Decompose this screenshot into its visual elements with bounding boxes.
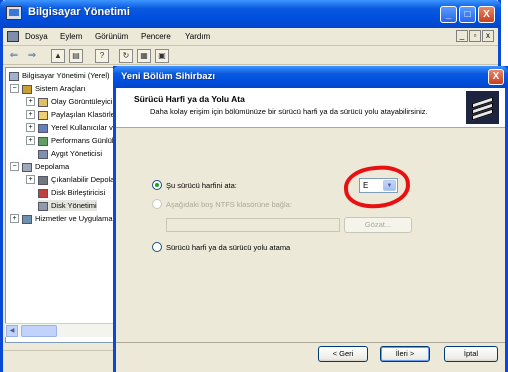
tree-item-label: Hizmetler ve Uygulamalar — [35, 214, 121, 223]
disk-stack-icon — [466, 91, 499, 124]
collapse-icon[interactable]: − — [10, 84, 19, 93]
tree-item[interactable]: Sistem Araçları — [22, 83, 85, 94]
tree-item-label: Disk Yönetimi — [51, 201, 97, 210]
properties-icon[interactable]: ▦ — [137, 49, 151, 63]
scroll-left-icon[interactable]: ◀ — [6, 325, 18, 337]
assign-letter-label[interactable]: Şu sürücü harfini ata: — [166, 181, 237, 190]
cancel-button[interactable]: İptal — [444, 346, 498, 362]
device-manager-icon — [38, 149, 48, 159]
tree-item-label: Paylaşılan Klasörler — [51, 110, 118, 119]
expand-icon[interactable]: + — [26, 136, 35, 145]
expand-icon[interactable]: + — [26, 97, 35, 106]
defragmenter-icon — [38, 188, 48, 198]
removable-storage-icon — [38, 175, 48, 185]
tree-item-selected[interactable]: Disk Yönetimi — [38, 200, 97, 211]
browse-button[interactable]: Gözat... — [344, 217, 412, 233]
tree-item[interactable]: Yerel Kullanıcılar ve — [38, 122, 117, 133]
users-icon — [38, 123, 48, 133]
mdi-close-button[interactable]: x — [482, 30, 494, 42]
computer-management-icon — [6, 6, 22, 20]
tree-item[interactable]: Paylaşılan Klasörler — [38, 109, 117, 120]
menu-view[interactable]: Görünüm — [95, 32, 128, 41]
tree-item-label: Bilgisayar Yönetimi (Yerel) — [22, 71, 110, 80]
tools-icon — [22, 84, 32, 94]
mdi-minimize-button[interactable]: _ — [456, 30, 468, 42]
up-folder-icon[interactable]: ▲ — [51, 49, 65, 63]
menu-bar: Dosya Eylem Görünüm Pencere Yardım _ ▫ x — [3, 28, 498, 46]
close-button[interactable]: X — [478, 6, 495, 23]
expand-icon[interactable]: + — [10, 214, 19, 223]
maximize-button[interactable]: □ — [459, 6, 476, 23]
tree-item-label: Aygıt Yöneticisi — [51, 149, 103, 158]
tree-item[interactable]: Disk Birleştiricisi — [38, 187, 105, 198]
tree-item-label: Yerel Kullanıcılar ve — [51, 123, 118, 132]
console-tree: Bilgisayar Yönetimi (Yerel) − Sistem Ara… — [5, 67, 121, 343]
new-partition-wizard: Yeni Bölüm Sihirbazı X Sürücü Harfi ya d… — [113, 66, 508, 372]
collapse-icon[interactable]: − — [10, 162, 19, 171]
menu-window[interactable]: Pencere — [141, 32, 171, 41]
tree-item[interactable]: Depolama — [22, 161, 69, 172]
no-letter-label[interactable]: Sürücü harfi ya da sürücü yolu atama — [166, 243, 290, 252]
menu-help[interactable]: Yardım — [185, 32, 210, 41]
export-icon[interactable]: ▣ — [155, 49, 169, 63]
folder-path-input[interactable] — [166, 218, 340, 232]
menu-action[interactable]: Eylem — [60, 32, 82, 41]
computer-icon — [9, 71, 19, 81]
mdi-restore-button[interactable]: ▫ — [469, 30, 481, 42]
tree-item[interactable]: Hizmetler ve Uygulamalar — [22, 213, 121, 224]
tree-item[interactable]: Olay Görüntüleyici — [38, 96, 112, 107]
tree-item[interactable]: Çıkarılabilir Depolama — [38, 174, 121, 185]
tree-item[interactable]: Bilgisayar Yönetimi (Yerel) — [9, 70, 110, 81]
wizard-title: Yeni Bölüm Sihirbazı — [121, 71, 215, 82]
wizard-close-button[interactable]: X — [488, 69, 504, 85]
services-icon — [22, 214, 32, 224]
disk-management-icon — [38, 201, 48, 211]
expand-icon[interactable]: + — [26, 110, 35, 119]
mmc-console-icon[interactable] — [7, 31, 19, 42]
menu-file[interactable]: Dosya — [25, 32, 48, 41]
mount-folder-radio[interactable] — [152, 199, 162, 209]
wizard-page-title: Sürücü Harfi ya da Yolu Ata — [134, 94, 245, 104]
refresh-icon[interactable]: ↻ — [119, 49, 133, 63]
scroll-thumb[interactable] — [21, 325, 57, 337]
storage-icon — [22, 162, 32, 172]
wizard-header: Sürücü Harfi ya da Yolu Ata Daha kolay e… — [116, 88, 505, 128]
no-letter-radio[interactable] — [152, 242, 162, 252]
back-arrow-icon[interactable]: ⇐ — [7, 49, 21, 63]
wizard-title-bar[interactable]: Yeni Bölüm Sihirbazı X — [113, 66, 508, 88]
tree-item[interactable]: Performans Günlükleri — [38, 135, 121, 146]
wizard-page-subtitle: Daha kolay erişim için bölümünüze bir sü… — [150, 107, 428, 116]
mount-folder-label[interactable]: Aşağıdaki boş NTFS klasörüne bağla: — [166, 200, 292, 209]
wizard-footer-divider — [116, 342, 505, 343]
minimize-button[interactable]: _ — [440, 6, 457, 23]
toolbar: ⇐ ⇒ ▲ ▤ ? ↻ ▦ ▣ — [3, 47, 498, 65]
show-tree-icon[interactable]: ▤ — [69, 49, 83, 63]
red-annotation-circle — [342, 163, 412, 211]
next-button[interactable]: İleri > — [380, 346, 430, 362]
tree-item[interactable]: Aygıt Yöneticisi — [38, 148, 102, 159]
main-window-title: Bilgisayar Yönetimi — [28, 6, 130, 18]
tree-item-label: Disk Birleştiricisi — [51, 188, 106, 197]
main-title-bar[interactable]: Bilgisayar Yönetimi _ □ X — [0, 0, 501, 28]
wizard-body: Sürücü Harfi ya da Yolu Ata Daha kolay e… — [116, 88, 505, 372]
help-icon[interactable]: ? — [95, 49, 109, 63]
event-viewer-icon — [38, 97, 48, 107]
back-button[interactable]: < Geri — [318, 346, 368, 362]
mdi-controls: _ ▫ x — [455, 30, 494, 42]
expand-icon[interactable]: + — [26, 175, 35, 184]
tree-item-label: Performans Günlükleri — [51, 136, 121, 145]
tree-item-label: Çıkarılabilir Depolama — [51, 175, 121, 184]
assign-letter-radio[interactable] — [152, 180, 162, 190]
tree-item-label: Depolama — [35, 162, 70, 171]
performance-icon — [38, 136, 48, 146]
forward-arrow-icon[interactable]: ⇒ — [25, 49, 39, 63]
expand-icon[interactable]: + — [26, 123, 35, 132]
tree-item-label: Olay Görüntüleyici — [51, 97, 113, 106]
shared-folder-icon — [38, 110, 48, 120]
tree-item-label: Sistem Araçları — [35, 84, 86, 93]
tree-horizontal-scrollbar[interactable]: ◀ — [5, 323, 121, 337]
